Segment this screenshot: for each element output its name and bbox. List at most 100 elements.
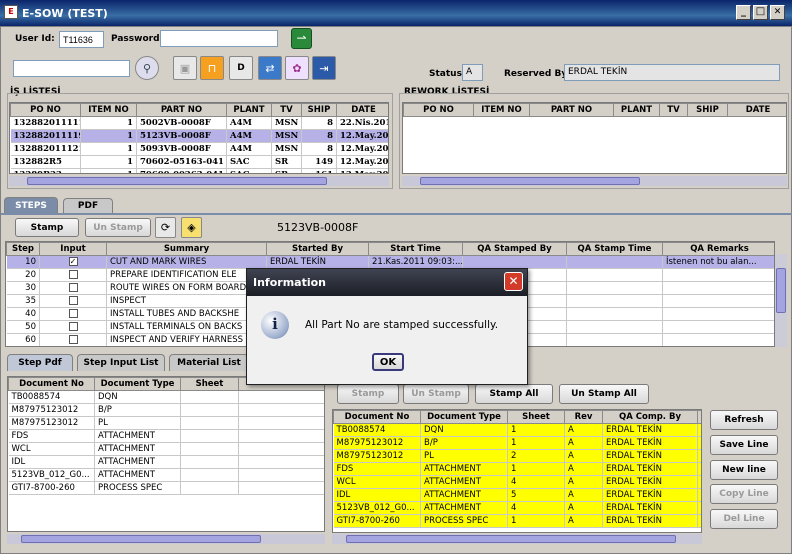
doc-stamp-button[interactable]: Stamp [337, 384, 399, 404]
is-listesi-column-header[interactable]: PO NO [10, 103, 81, 117]
steps-column-header[interactable]: Summary [106, 242, 267, 256]
rework-column-header[interactable]: DATE [727, 103, 786, 117]
navigate-icon[interactable]: ◈ [181, 217, 202, 238]
ok-button[interactable]: OK [372, 353, 404, 371]
table-row[interactable]: WCLATTACHMENT4AERDAL TEKİN2 [333, 475, 701, 489]
doc-unstamp-button[interactable]: Un Stamp [403, 384, 469, 404]
rework-column-header[interactable]: ITEM NO [473, 103, 530, 117]
refresh-icon[interactable]: ⟳ [155, 217, 176, 238]
left-documents-table[interactable]: Document No Document Type Sheet TB0088574 DQ… [7, 376, 325, 532]
table-row[interactable]: IDL ATTACHMENT [8, 455, 324, 469]
copy-line-button[interactable]: Copy Line [710, 484, 778, 504]
is-listesi-column-header[interactable]: PLANT [226, 103, 272, 117]
search-icon[interactable]: ⚲ [135, 56, 159, 80]
is-listesi-column-header[interactable]: SHIP [301, 103, 337, 117]
stamp-all-button[interactable]: Stamp All [475, 384, 553, 404]
table-row[interactable]: TB0088574 DQN [8, 390, 324, 404]
save-line-button[interactable]: Save Line [710, 435, 778, 455]
right-documents-table[interactable]: Document No Document Type Sheet Rev QA Comp.… [332, 409, 702, 533]
tab-pdf[interactable]: PDF [63, 198, 113, 213]
left-docs-column-header[interactable]: Document No [8, 377, 95, 391]
is-listesi-column-header[interactable]: PART NO [136, 103, 227, 117]
tab-material-list[interactable]: Material List [169, 354, 249, 371]
table-row[interactable]: 132882011121 1 5093VB-0008F A4M MSN 8 12.May.2… [10, 142, 388, 156]
stamp-button[interactable]: Stamp [15, 218, 79, 237]
table-row[interactable]: GTI7-8700-260PROCESS SPEC1AERDAL TEKİN2 [333, 514, 701, 528]
search-input[interactable] [13, 60, 130, 77]
table-row[interactable]: TB0088574DQN1AERDAL TEKİN2 [333, 423, 701, 437]
steps-column-header[interactable]: Started By [266, 242, 369, 256]
steps-column-header[interactable]: Step [6, 242, 40, 256]
table-row[interactable]: 132882011119 1 5123VB-0008F A4M MSN 8 12.May.2… [10, 129, 388, 143]
is-listesi-column-header[interactable]: DATE [336, 103, 388, 117]
right-docs-hscroll[interactable] [332, 534, 702, 544]
table-row[interactable]: M87975123012 PL [8, 416, 324, 430]
table-row[interactable]: M87975123012 B/P [8, 403, 324, 417]
minimize-button[interactable]: _ [736, 5, 751, 20]
table-row[interactable]: M87975123012PL2AERDAL TEKİN2 [333, 449, 701, 463]
unlock-icon[interactable]: ⊓ [200, 56, 224, 80]
is-listesi-table[interactable]: PO NO ITEM NO PART NO PLANT TV SHIP DATE 132882… [9, 102, 389, 174]
steps-column-header[interactable]: QA Stamp Time [566, 242, 663, 256]
input-checkbox[interactable] [68, 270, 78, 279]
is-listesi-column-header[interactable]: TV [271, 103, 302, 117]
del-line-button[interactable]: Del Line [710, 509, 778, 529]
left-docs-hscroll[interactable] [7, 534, 325, 544]
table-row[interactable]: 132882R5 1 70602-05163-041 SAC SR 149 12.May.2… [10, 155, 388, 169]
input-checkbox[interactable] [68, 309, 78, 318]
tab-steps[interactable]: STEPS [4, 197, 58, 213]
right-docs-column-header[interactable]: Rev [564, 410, 603, 424]
unstamp-button[interactable]: Un Stamp [85, 218, 151, 237]
is-listesi-hscroll[interactable] [9, 176, 389, 186]
table-row[interactable]: 13289R23170600-00263-041SACSR16113.May.2… [10, 168, 388, 173]
input-checkbox[interactable] [68, 283, 78, 292]
rework-column-header[interactable]: TV [659, 103, 688, 117]
user-id-field[interactable] [59, 31, 104, 48]
refresh-button[interactable]: Refresh [710, 410, 778, 430]
d-button[interactable]: D [229, 56, 253, 80]
password-field[interactable] [160, 30, 278, 47]
lock-icon[interactable]: ▣ [173, 56, 197, 80]
table-row[interactable]: FDSATTACHMENT1AERDAL TEKİN2 [333, 462, 701, 476]
table-row[interactable]: GTI7-8700-260 PROCESS SPEC [8, 481, 324, 495]
input-checkbox[interactable]: ✓ [68, 257, 78, 266]
close-button[interactable]: ✕ [770, 5, 785, 20]
steps-column-header[interactable]: QA Remarks [662, 242, 774, 256]
dialog-close-icon[interactable]: ✕ [504, 272, 523, 291]
right-docs-column-header[interactable] [697, 410, 701, 424]
rework-column-header[interactable]: SHIP [687, 103, 728, 117]
transfer-icon[interactable]: ⇄ [258, 56, 282, 80]
input-checkbox[interactable] [68, 335, 78, 344]
steps-vscroll[interactable] [775, 254, 787, 347]
maximize-button[interactable]: □ [753, 5, 768, 20]
rework-column-header[interactable]: PART NO [529, 103, 614, 117]
right-docs-column-header[interactable]: QA Comp. By [602, 410, 698, 424]
steps-column-header[interactable]: Start Time [368, 242, 463, 256]
steps-column-header[interactable]: QA Stamped By [462, 242, 567, 256]
new-line-button[interactable]: New line [710, 460, 778, 480]
palette-icon[interactable]: ✿ [285, 56, 309, 80]
table-row[interactable]: 5123VB_012_G0...ATTACHMENT4AERDAL TEKİN2 [333, 501, 701, 515]
tab-step-pdf[interactable]: Step Pdf [7, 354, 73, 371]
login-icon[interactable]: ⇀ [291, 28, 312, 49]
rework-column-header[interactable]: PLANT [613, 103, 660, 117]
table-row[interactable]: M87975123012B/P1AERDAL TEKİN2 [333, 436, 701, 450]
table-row[interactable]: 5123VB_012_G0... ATTACHMENT [8, 468, 324, 482]
input-checkbox[interactable] [68, 322, 78, 331]
right-docs-column-header[interactable]: Document No [333, 410, 421, 424]
unstamp-all-button[interactable]: Un Stamp All [559, 384, 649, 404]
right-docs-column-header[interactable]: Sheet [507, 410, 565, 424]
rework-table[interactable]: PO NO ITEM NO PART NO PLANT TV SHIP DATE [402, 102, 787, 174]
rework-column-header[interactable]: PO NO [403, 103, 474, 117]
exit-icon[interactable]: ⇥ [312, 56, 336, 80]
left-docs-column-header[interactable]: Document Type [94, 377, 181, 391]
table-row[interactable]: 132882011111 1 5002VB-0008F A4M MSN 8 22.Nis.2… [10, 116, 388, 130]
right-docs-column-header[interactable]: Document Type [420, 410, 508, 424]
is-listesi-column-header[interactable]: ITEM NO [80, 103, 137, 117]
rework-hscroll[interactable] [402, 176, 787, 186]
steps-column-header[interactable]: Input [39, 242, 107, 256]
left-docs-column-header[interactable]: Sheet [180, 377, 239, 391]
table-row[interactable]: IDLATTACHMENT5AERDAL TEKİN2 [333, 488, 701, 502]
tab-step-input-list[interactable]: Step Input List [77, 354, 165, 371]
table-row[interactable]: WCL ATTACHMENT [8, 442, 324, 456]
